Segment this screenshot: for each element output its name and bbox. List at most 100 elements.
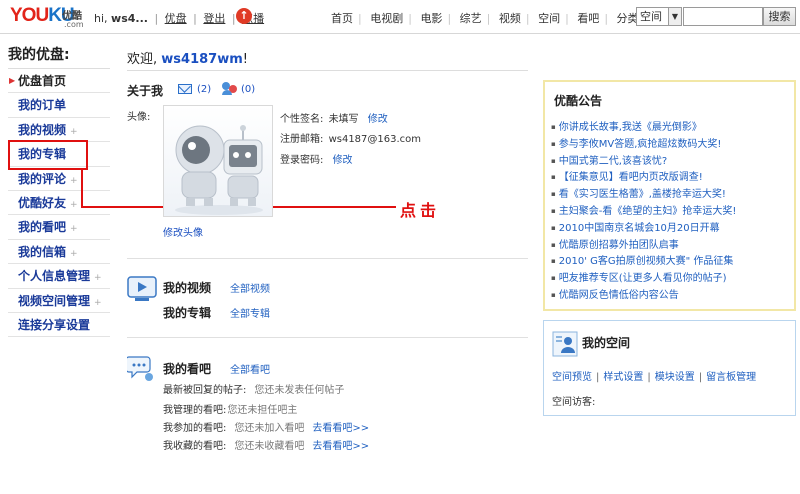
sidebar-item-friends[interactable]: 优酷好友 + <box>8 191 110 216</box>
sidebar-item-share-settings[interactable]: 连接分享设置 <box>8 313 110 338</box>
annotation-line <box>81 170 83 208</box>
go-see-bars-link[interactable]: 去看看吧>> <box>312 423 369 434</box>
edit-signature-link[interactable]: 修改 <box>368 114 388 125</box>
guestbook-manage-link[interactable]: 留言板管理 <box>706 372 756 383</box>
edit-password-link[interactable]: 修改 <box>333 155 353 166</box>
upload-icon[interactable]: ↑ <box>236 8 252 24</box>
logout-link[interactable]: 登出 <box>203 12 225 25</box>
my-bars-title: 我的看吧 <box>163 362 212 376</box>
mail-icon[interactable] <box>178 84 192 94</box>
about-me-title: 关于我 <box>127 84 164 98</box>
announcement-link[interactable]: 吧友推荐专区(让更多人看见你的帖子) <box>559 273 727 284</box>
sidebar-item-mailbox[interactable]: 我的信箱 + <box>8 240 110 265</box>
nav-movie[interactable]: 电影 <box>415 12 447 25</box>
username-link[interactable]: ws4... <box>111 12 148 25</box>
friends-icon[interactable] <box>222 82 238 96</box>
style-settings-link[interactable]: 样式设置 <box>603 372 643 383</box>
my-space-panel: 我的空间 空间预览 | 样式设置 | 模块设置 | 留言板管理 空间访客: <box>543 320 796 416</box>
nav-home[interactable]: 首页 <box>326 12 358 25</box>
youku-logo[interactable]: YOUKU 优酷 .com <box>10 5 84 29</box>
sidebar-item-profile[interactable]: 个人信息管理 + <box>8 264 110 289</box>
bar-row-managed: 我管理的看吧:您还未担任吧主 <box>163 405 298 416</box>
sidebar: ▶ 优盘首页 我的订单 我的视频 + 我的专辑 我的评论 + 优酷好友 + 我的看吧 + … <box>8 68 110 338</box>
nav-space[interactable]: 空间 <box>533 12 565 25</box>
video-icon <box>127 276 157 302</box>
divider <box>127 70 528 71</box>
bar-row-latest-replies: 最新被回复的帖子: 您还未发表任何帖子 <box>163 385 345 396</box>
avatar-label: 头像: <box>127 112 151 123</box>
search-input[interactable] <box>683 7 763 26</box>
plus-icon[interactable]: + <box>94 273 102 283</box>
announcement-link[interactable]: 优酷原创招募外拍团队启事 <box>559 240 679 251</box>
password-row: 登录密码: 修改 <box>280 155 353 166</box>
nav-bar[interactable]: 看吧 <box>572 12 604 25</box>
my-albums-title: 我的专辑 <box>163 306 212 320</box>
announcement-link[interactable]: 2010' G客G拍原创视频大赛" 作品征集 <box>559 256 734 267</box>
plus-icon[interactable]: + <box>70 249 78 259</box>
announcement-title: 优酷公告 <box>554 94 603 108</box>
welcome-username-link[interactable]: ws4187wm <box>161 52 243 67</box>
triangle-right-icon: ▶ <box>9 76 16 85</box>
go-see-bars-link[interactable]: 去看看吧>> <box>312 441 369 452</box>
bar-row-favorited: 我收藏的看吧: 您还未收藏看吧 去看看吧>> <box>163 441 370 452</box>
announcement-list: 你讲成长故事,我送《晨光倒影》 参与李攸MV答题,疯抢超炫数码大奖! 中国式第二… <box>551 118 737 303</box>
space-visitors-label: 空间访客: <box>552 397 596 408</box>
sidebar-item-videos[interactable]: 我的视频 + <box>8 118 110 143</box>
sidebar-item-upan-home[interactable]: ▶ 优盘首页 <box>8 69 110 94</box>
email-row: 注册邮箱: ws4187@163.com <box>280 134 422 145</box>
robot-mascot-icon <box>175 125 263 215</box>
upan-link[interactable]: 优盘 <box>165 12 187 25</box>
search-scope-select[interactable]: 空间 ▼ <box>636 7 682 26</box>
all-videos-link[interactable]: 全部视频 <box>230 280 270 295</box>
announcement-link[interactable]: 优酷网反色情低俗内容公告 <box>559 290 679 301</box>
all-albums-link[interactable]: 全部专辑 <box>230 305 270 320</box>
announcement-link[interactable]: 2010中国南京名城会10月20日开幕 <box>559 223 720 234</box>
space-preview-link[interactable]: 空间预览 <box>552 372 592 383</box>
chat-bubble-icon <box>125 354 155 384</box>
bar-row-joined: 我参加的看吧: 您还未加入看吧 去看看吧>> <box>163 423 370 434</box>
greeting: hi, <box>94 12 108 25</box>
mail-count-link[interactable]: (2) <box>197 84 211 95</box>
divider <box>127 258 528 259</box>
sidebar-item-orders[interactable]: 我的订单 <box>8 93 110 118</box>
announcement-link[interactable]: 主妇聚会-看《绝望的主妇》抢幸运大奖! <box>559 206 737 217</box>
search-button[interactable]: 搜索 <box>763 7 796 26</box>
sidebar-item-bars[interactable]: 我的看吧 + <box>8 215 110 240</box>
module-settings-link[interactable]: 模块设置 <box>655 372 695 383</box>
sidebar-item-comments[interactable]: 我的评论 + <box>8 167 110 191</box>
announcement-link[interactable]: 参与李攸MV答题,疯抢超炫数码大奖! <box>559 139 722 150</box>
annotation-highlight-box <box>8 140 88 170</box>
announcement-link[interactable]: 中国式第二代,该喜该忧? <box>559 156 668 167</box>
divider <box>127 337 528 338</box>
annotation-text: 点击 <box>400 201 441 220</box>
plus-icon[interactable]: + <box>94 298 102 308</box>
welcome-message: 欢迎, ws4187wm! <box>127 52 248 67</box>
edit-avatar-link[interactable]: 修改头像 <box>163 224 203 239</box>
plus-icon[interactable]: + <box>70 127 78 137</box>
signature-row: 个性签名: 未填写 修改 <box>280 114 388 125</box>
announcement-link[interactable]: 你讲成长故事,我送《晨光倒影》 <box>559 122 702 133</box>
announcement-link[interactable]: 看《实习医生格蕾》,盖楼抢幸运大奖! <box>559 189 726 200</box>
all-bars-link[interactable]: 全部看吧 <box>230 361 270 376</box>
nav-tv[interactable]: 电视剧 <box>365 12 408 25</box>
my-space-title: 我的空间 <box>582 336 631 350</box>
avatar <box>163 105 273 217</box>
sidebar-item-space-manage[interactable]: 视频空间管理 + <box>8 289 110 313</box>
space-person-icon <box>552 331 578 357</box>
plus-icon[interactable]: + <box>70 224 78 234</box>
nav-video[interactable]: 视频 <box>494 12 526 25</box>
top-bar: YOUKU 优酷 .com hi, ws4... | 优盘 | 登出 | 点播 … <box>0 0 800 34</box>
plus-icon[interactable]: + <box>70 200 78 210</box>
main-nav: 首页| 电视剧| 电影| 综艺| 视频| 空间| 看吧| 分类 ▾ <box>326 10 653 26</box>
plus-icon[interactable]: + <box>70 176 78 186</box>
friends-count-link[interactable]: (0) <box>241 84 255 95</box>
chevron-down-icon: ▼ <box>668 8 681 25</box>
sidebar-title: 我的优盘: <box>8 47 70 63</box>
space-links: 空间预览 | 样式设置 | 模块设置 | 留言板管理 <box>552 372 757 383</box>
my-videos-title: 我的视频 <box>163 281 212 295</box>
signature-value: 未填写 <box>328 114 359 125</box>
nav-variety[interactable]: 综艺 <box>455 12 487 25</box>
announcement-panel: 优酷公告 你讲成长故事,我送《晨光倒影》 参与李攸MV答题,疯抢超炫数码大奖! … <box>543 80 796 311</box>
email-value: ws4187@163.com <box>328 134 422 145</box>
announcement-link[interactable]: 【征集意见】看吧内页改版调查! <box>559 172 703 183</box>
